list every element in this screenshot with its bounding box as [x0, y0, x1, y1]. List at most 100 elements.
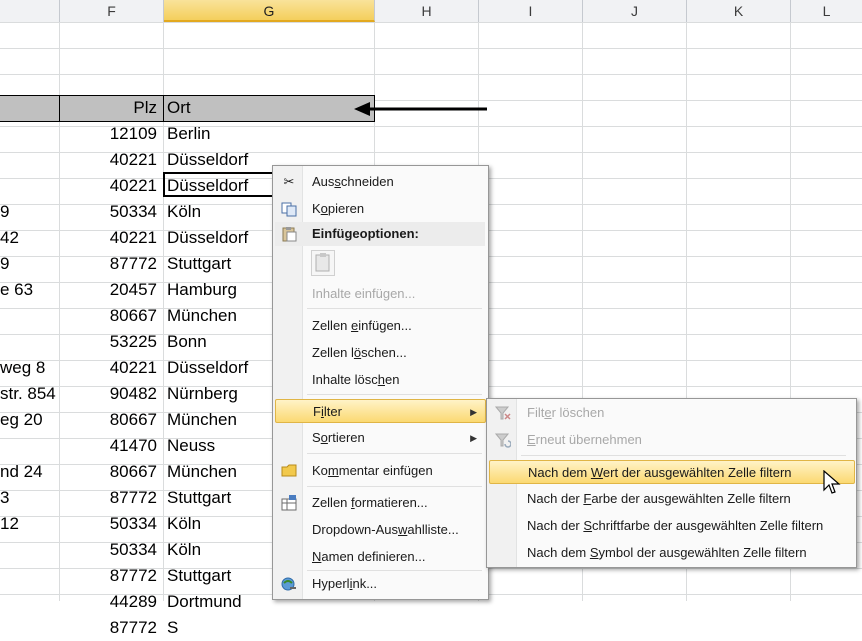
cell-plz[interactable]: 40221	[60, 147, 157, 173]
cell-street[interactable]	[0, 433, 58, 459]
submenu-item-clear-filter: Filter löschen	[489, 401, 853, 425]
paste-option-button[interactable]	[311, 250, 335, 276]
menu-separator	[307, 308, 482, 309]
cell-plz[interactable]: 50334	[60, 511, 157, 537]
cell-street[interactable]	[0, 537, 58, 563]
submenu-item-filter-by-value-label: Nach dem Wert der ausgewählten Zelle fil…	[528, 465, 792, 480]
column-header-i[interactable]: I	[479, 0, 583, 22]
cell-street[interactable]: 12	[0, 511, 58, 537]
submenu-item-filter-by-icon-label: Nach dem Symbol der ausgewählten Zelle f…	[527, 545, 807, 560]
cell-plz[interactable]: 87772	[60, 615, 157, 641]
clear-filter-icon	[494, 405, 511, 421]
menu-item-clear-contents[interactable]: Inhalte löschen	[275, 368, 485, 392]
cell-plz[interactable]: 87772	[60, 251, 157, 277]
cell-plz[interactable]: 20457	[60, 277, 157, 303]
cell-ort[interactable]: Berlin	[167, 121, 367, 147]
menu-item-insert-comment[interactable]: Kommentar einfügen	[275, 459, 485, 483]
cell-plz[interactable]: 40221	[60, 173, 157, 199]
scissors-icon: ✂	[283, 174, 295, 189]
cell-plz[interactable]: 40221	[60, 225, 157, 251]
cell-plz[interactable]: 80667	[60, 407, 157, 433]
menu-item-hyperlink-label: Hyperlink...	[312, 576, 378, 591]
cell-plz[interactable]: 87772	[60, 563, 157, 589]
cell-street[interactable]	[0, 121, 58, 147]
submenu-item-filter-by-value[interactable]: Nach dem Wert der ausgewählten Zelle fil…	[489, 460, 855, 484]
cell-plz[interactable]: 12109	[60, 121, 157, 147]
cell-ort[interactable]: S	[167, 615, 367, 641]
cell-street[interactable]: weg 8	[0, 355, 58, 381]
column-header-f[interactable]: F	[60, 0, 164, 22]
menu-item-insert-cells-label: Zellen einfügen...	[312, 318, 412, 333]
menu-item-format-cells[interactable]: Zellen formatieren...	[275, 491, 485, 515]
reapply-filter-icon	[494, 432, 512, 448]
menu-item-delete-cells-label: Zellen löschen...	[312, 345, 407, 360]
menu-separator	[307, 570, 482, 571]
header-cell-plz[interactable]: Plz	[60, 95, 157, 121]
cell-street[interactable]: 9	[0, 251, 58, 277]
menu-item-cut[interactable]: ✂ Ausschneiden	[275, 170, 485, 194]
column-header-k[interactable]: K	[687, 0, 791, 22]
cell-plz[interactable]: 50334	[60, 199, 157, 225]
cell-street[interactable]	[0, 329, 58, 355]
format-cells-icon	[281, 495, 297, 511]
menu-item-dropdown-list[interactable]: Dropdown-Auswahlliste...	[275, 518, 485, 542]
column-header-g[interactable]: G	[164, 0, 375, 22]
cell-street[interactable]	[0, 303, 58, 329]
cell-plz[interactable]: 90482	[60, 381, 157, 407]
cell-plz[interactable]: 50334	[60, 537, 157, 563]
cell-street[interactable]: str. 854	[0, 381, 58, 407]
cell-street[interactable]: e 63	[0, 277, 58, 303]
menu-item-filter[interactable]: Filter ▶	[275, 399, 486, 423]
table-header-divider	[163, 95, 164, 121]
column-header-bar: F G H I J K L	[0, 0, 862, 23]
submenu-item-filter-by-icon[interactable]: Nach dem Symbol der ausgewählten Zelle f…	[489, 541, 853, 565]
column-header-j[interactable]: J	[583, 0, 687, 22]
cell-street[interactable]	[0, 615, 58, 641]
submenu-item-reapply: Erneut übernehmen	[489, 428, 853, 452]
menu-item-hyperlink[interactable]: Hyperlink...	[275, 572, 485, 596]
cell-street[interactable]: 42	[0, 225, 58, 251]
menu-section-paste-options: Einfügeoptionen:	[275, 222, 485, 246]
menu-separator	[307, 453, 482, 454]
header-cell-ort[interactable]: Ort	[167, 95, 317, 121]
annotation-arrow-icon	[354, 102, 487, 116]
column-header-h[interactable]: H	[375, 0, 479, 22]
menu-item-sort[interactable]: Sortieren ▶	[275, 426, 485, 450]
menu-item-define-name[interactable]: Namen definieren...	[275, 545, 485, 569]
filter-submenu: Filter löschen Erneut übernehmen Nach de…	[486, 398, 857, 568]
submenu-item-filter-by-font-color[interactable]: Nach der Schriftfarbe der ausgewählten Z…	[489, 514, 853, 538]
cell-plz[interactable]: 80667	[60, 303, 157, 329]
cell-street[interactable]: nd 24	[0, 459, 58, 485]
cell-plz[interactable]: 80667	[60, 459, 157, 485]
cell-plz[interactable]: 53225	[60, 329, 157, 355]
menu-item-insert-cells[interactable]: Zellen einfügen...	[275, 314, 485, 338]
cell-plz[interactable]: 40221	[60, 355, 157, 381]
cell-street[interactable]	[0, 589, 58, 615]
cell-plz[interactable]: 41470	[60, 433, 157, 459]
cell-plz[interactable]: 44289	[60, 589, 157, 615]
submenu-arrow-icon: ▶	[470, 407, 477, 417]
column-header-e[interactable]	[0, 0, 60, 22]
context-menu: ✂ Ausschneiden Kopieren Einfügeoptionen:…	[272, 165, 489, 600]
cell-plz[interactable]: 87772	[60, 485, 157, 511]
cell-street[interactable]	[0, 173, 58, 199]
submenu-item-reapply-label: Erneut übernehmen	[527, 432, 642, 447]
submenu-item-filter-by-color[interactable]: Nach der Farbe der ausgewählten Zelle fi…	[489, 487, 853, 511]
submenu-arrow-icon: ▶	[470, 433, 477, 443]
cell-street[interactable]	[0, 147, 58, 173]
menu-item-copy[interactable]: Kopieren	[275, 197, 485, 221]
menu-item-delete-cells[interactable]: Zellen löschen...	[275, 341, 485, 365]
submenu-item-clear-filter-label: Filter löschen	[527, 405, 605, 420]
submenu-separator	[521, 455, 846, 456]
copy-icon	[281, 201, 297, 217]
menu-item-clear-contents-label: Inhalte löschen	[312, 372, 400, 387]
cell-street[interactable]	[0, 563, 58, 589]
submenu-item-filter-by-font-color-label: Nach der Schriftfarbe der ausgewählten Z…	[527, 518, 824, 533]
cell-street[interactable]: eg 20	[0, 407, 58, 433]
column-header-l[interactable]: L	[791, 0, 862, 22]
cell-street[interactable]: 9	[0, 199, 58, 225]
menu-item-define-name-label: Namen definieren...	[312, 549, 426, 564]
cell-street[interactable]: 3	[0, 485, 58, 511]
hyperlink-icon	[281, 576, 297, 592]
menu-item-format-cells-label: Zellen formatieren...	[312, 495, 428, 510]
